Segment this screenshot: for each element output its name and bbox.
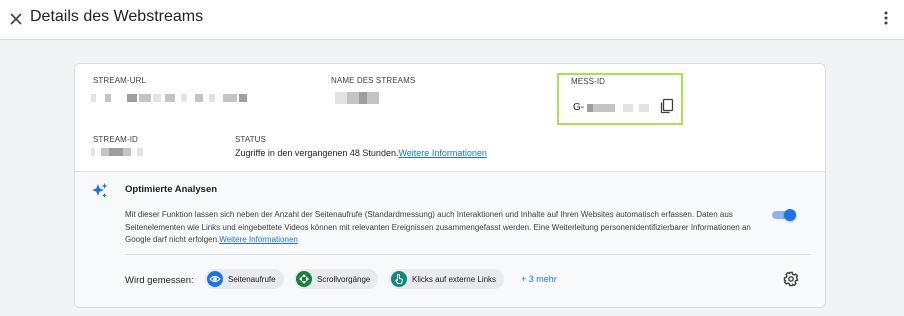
- chip-outbound-clicks[interactable]: Klicks auf externe Links: [389, 269, 505, 289]
- measurement-id-prefix: G-: [573, 102, 585, 113]
- scroll-icon: [296, 271, 312, 287]
- status-more-info-link[interactable]: Weitere Informationen: [398, 148, 486, 158]
- close-icon: [10, 13, 22, 25]
- top-bar: Details des Webstreams: [0, 0, 904, 40]
- status-text: Zugriffe in den vergangenen 48 Stunden.W…: [235, 148, 487, 158]
- description-more-info-link[interactable]: Weitere Informationen: [219, 235, 298, 244]
- close-button[interactable]: [6, 9, 26, 29]
- measurement-id-value: [587, 104, 651, 112]
- more-options-button[interactable]: [876, 8, 896, 28]
- stream-url-value: [91, 94, 251, 102]
- eye-icon: [207, 271, 223, 287]
- copy-icon[interactable]: [659, 98, 675, 114]
- measurement-id-label: MESS-ID: [571, 77, 606, 86]
- status-message: Zugriffe in den vergangenen 48 Stunden.: [235, 148, 399, 158]
- status-label: STATUS: [235, 135, 266, 144]
- toggle-knob: [784, 209, 796, 221]
- measured-label: Wird gemessen:: [125, 275, 194, 286]
- gear-icon[interactable]: [783, 271, 799, 287]
- stream-id-label: STREAM-ID: [93, 135, 138, 144]
- measurement-id-highlight: MESS-ID G-: [557, 73, 683, 125]
- page-title: Details des Webstreams: [30, 8, 204, 25]
- chip-label: Klicks auf externe Links: [412, 274, 497, 284]
- stream-url-label: STREAM-URL: [93, 76, 147, 85]
- chip-label: Scrollvorgänge: [317, 274, 371, 284]
- chip-scrolls[interactable]: Scrollvorgänge: [294, 269, 379, 289]
- section-divider: [125, 254, 811, 255]
- more-events-link[interactable]: + 3 mehr: [521, 274, 557, 284]
- enhanced-measurement-toggle[interactable]: [772, 209, 798, 221]
- stream-details-card: STREAM-URL NAME DES STREAMS MESS-ID G- S…: [74, 63, 826, 308]
- chip-page-views[interactable]: Seitenaufrufe: [205, 269, 284, 289]
- stream-id-value: [91, 148, 147, 156]
- enhanced-measurement-title: Optimierte Analysen: [125, 184, 218, 195]
- sparkle-icon: [92, 183, 108, 198]
- stream-name-value: [335, 92, 381, 104]
- enhanced-measurement-description: Mit dieser Funktion lassen sich neben de…: [125, 209, 765, 247]
- click-icon: [391, 271, 407, 287]
- stream-name-label: NAME DES STREAMS: [331, 76, 416, 85]
- chip-label: Seitenaufrufe: [228, 274, 276, 284]
- enhanced-measurement-section: Optimierte Analysen Mit dieser Funktion …: [75, 171, 825, 307]
- more-vert-icon: [884, 11, 888, 25]
